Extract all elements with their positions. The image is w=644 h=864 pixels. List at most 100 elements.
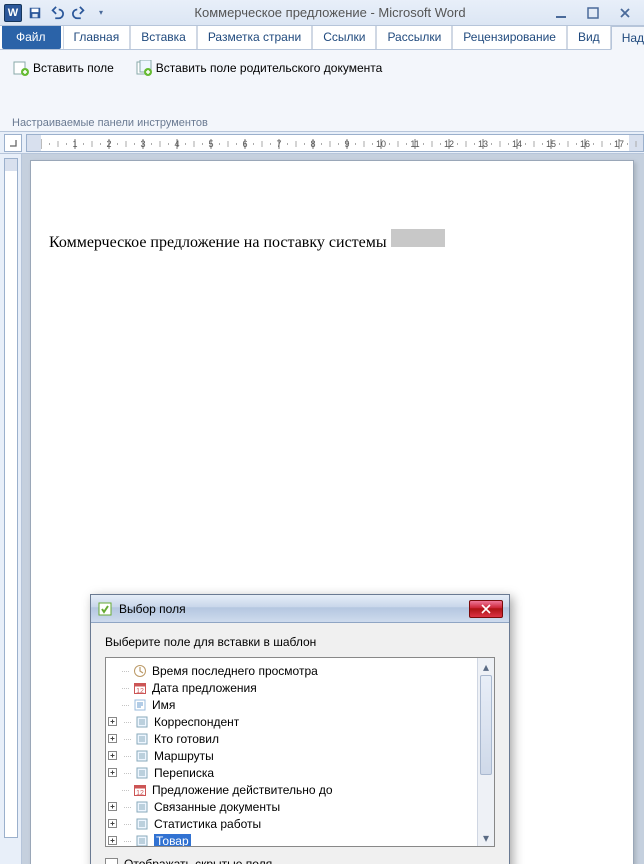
tab-view[interactable]: Вид xyxy=(567,26,611,49)
window-controls xyxy=(550,5,636,21)
expand-toggle-icon[interactable] xyxy=(108,802,120,811)
tree-connector: ···· xyxy=(120,751,134,761)
tree-node-label: Время последнего просмотра xyxy=(152,664,318,678)
ribbon-tabs: Файл Главная Вставка Разметка страни Ссы… xyxy=(0,26,644,50)
scroll-thumb[interactable] xyxy=(480,675,492,775)
title-bar: W ▾ Коммерческое предложение - Microsoft… xyxy=(0,0,644,26)
qat-customize-icon[interactable]: ▾ xyxy=(92,4,110,22)
redo-button[interactable] xyxy=(70,4,88,22)
tree-connector: ···· xyxy=(118,785,132,795)
tab-review[interactable]: Рецензирование xyxy=(452,26,567,49)
expand-toggle-icon[interactable] xyxy=(108,734,120,743)
tree-connector: ···· xyxy=(120,836,134,846)
vertical-ruler[interactable] xyxy=(0,154,22,864)
tab-addins[interactable]: Надстройки xyxy=(611,26,644,50)
tree-scrollbar[interactable]: ▴ ▾ xyxy=(477,658,494,846)
folder-icon xyxy=(134,749,150,763)
svg-text:7: 7 xyxy=(276,139,281,149)
tree-node[interactable]: ····Имя xyxy=(108,696,475,713)
calendar-icon: 12 xyxy=(132,681,148,695)
tree-connector: ···· xyxy=(118,700,132,710)
tree-connector: ···· xyxy=(118,666,132,676)
svg-text:2: 2 xyxy=(106,139,111,149)
tree-node-label: Корреспондент xyxy=(154,715,239,729)
tree-node-label: Предложение действительно до xyxy=(152,783,333,797)
svg-text:12: 12 xyxy=(444,139,454,149)
ribbon-group-label: Настраиваемые панели инструментов xyxy=(12,117,208,129)
tree-node-label: Маршруты xyxy=(154,749,214,763)
tree-node-label: Кто готовил xyxy=(154,732,219,746)
expand-toggle-icon[interactable] xyxy=(108,717,120,726)
svg-text:4: 4 xyxy=(174,139,179,149)
expand-toggle-icon[interactable] xyxy=(108,836,120,845)
insert-parent-field-icon xyxy=(136,60,152,76)
tree-node[interactable]: ····12Предложение действительно до xyxy=(108,781,475,798)
folder-icon xyxy=(134,766,150,780)
tree-node-label: Связанные документы xyxy=(154,800,280,814)
expand-toggle-icon[interactable] xyxy=(108,768,120,777)
scroll-up-icon[interactable]: ▴ xyxy=(478,658,494,675)
svg-text:10: 10 xyxy=(376,139,386,149)
tree-node[interactable]: ···· 12 Дата предложения xyxy=(108,679,475,696)
undo-button[interactable] xyxy=(48,4,66,22)
tree-node-label: Переписка xyxy=(154,766,214,780)
ruler-ticks: 1234567891011121314151617 xyxy=(41,135,641,152)
tree-node[interactable]: ····Связанные документы xyxy=(108,798,475,815)
svg-text:14: 14 xyxy=(512,139,522,149)
dialog-close-button[interactable] xyxy=(469,600,503,618)
tree-connector: ···· xyxy=(120,734,134,744)
tab-insert[interactable]: Вставка xyxy=(130,26,197,49)
dialog-icon xyxy=(97,601,113,617)
document-area: Коммерческое предложение на поставку сис… xyxy=(0,154,644,864)
ribbon-body: Вставить поле Вставить поле родительског… xyxy=(0,50,644,132)
folder-icon xyxy=(134,834,150,847)
field-tree-list[interactable]: ···· Время последнего просмотра ···· 12 Дата… xyxy=(106,658,477,846)
document-heading-text: Коммерческое предложение на поставку сис… xyxy=(49,234,387,252)
tab-layout[interactable]: Разметка страни xyxy=(197,26,312,49)
show-hidden-label: Отображать скрытые поля xyxy=(124,857,272,864)
tab-selector[interactable] xyxy=(4,134,22,152)
field-picker-dialog: Выбор поля Выберите поле для вставки в ш… xyxy=(90,594,510,864)
dialog-titlebar[interactable]: Выбор поля xyxy=(91,595,509,623)
merge-field-placeholder[interactable] xyxy=(391,229,445,247)
svg-text:16: 16 xyxy=(580,139,590,149)
tree-node[interactable]: ····Переписка xyxy=(108,764,475,781)
show-hidden-checkbox[interactable] xyxy=(105,858,118,864)
tree-node[interactable]: ···· Время последнего просмотра xyxy=(108,662,475,679)
insert-field-icon xyxy=(13,60,29,76)
expand-toggle-icon[interactable] xyxy=(108,751,120,760)
tree-node[interactable]: ···· Маршруты xyxy=(108,747,475,764)
save-button[interactable] xyxy=(26,4,44,22)
expand-toggle-icon[interactable] xyxy=(108,819,120,828)
horizontal-ruler[interactable]: 1234567891011121314151617 xyxy=(26,134,644,152)
tree-connector: ···· xyxy=(118,683,132,693)
tree-node-label: Дата предложения xyxy=(152,681,257,695)
svg-text:12: 12 xyxy=(136,688,144,695)
maximize-button[interactable] xyxy=(582,5,604,21)
insert-field-button[interactable]: Вставить поле xyxy=(6,56,121,80)
minimize-button[interactable] xyxy=(550,5,572,21)
insert-parent-field-button[interactable]: Вставить поле родительского документа xyxy=(129,56,390,80)
tree-node[interactable]: ····Корреспондент xyxy=(108,713,475,730)
tree-node[interactable]: ····Товар xyxy=(108,832,475,846)
tab-mailings[interactable]: Рассылки xyxy=(376,26,452,49)
tree-node[interactable]: ···· Кто готовил xyxy=(108,730,475,747)
close-button[interactable] xyxy=(614,5,636,21)
tab-references[interactable]: Ссылки xyxy=(312,26,376,49)
svg-text:13: 13 xyxy=(478,139,488,149)
tab-file[interactable]: Файл xyxy=(2,26,61,49)
svg-text:3: 3 xyxy=(140,139,145,149)
clock-icon xyxy=(132,664,148,678)
show-hidden-row: Отображать скрытые поля xyxy=(105,857,495,864)
quick-access-toolbar: ▾ xyxy=(26,4,110,22)
tree-connector: ···· xyxy=(120,819,134,829)
svg-text:6: 6 xyxy=(242,139,247,149)
text-icon xyxy=(132,698,148,712)
folder-icon xyxy=(134,800,150,814)
scroll-down-icon[interactable]: ▾ xyxy=(478,829,494,846)
insert-parent-field-label: Вставить поле родительского документа xyxy=(156,61,383,75)
folder-icon xyxy=(134,817,150,831)
tab-home[interactable]: Главная xyxy=(63,26,131,49)
tree-node[interactable]: ····Статистика работы xyxy=(108,815,475,832)
folder-icon xyxy=(134,715,150,729)
